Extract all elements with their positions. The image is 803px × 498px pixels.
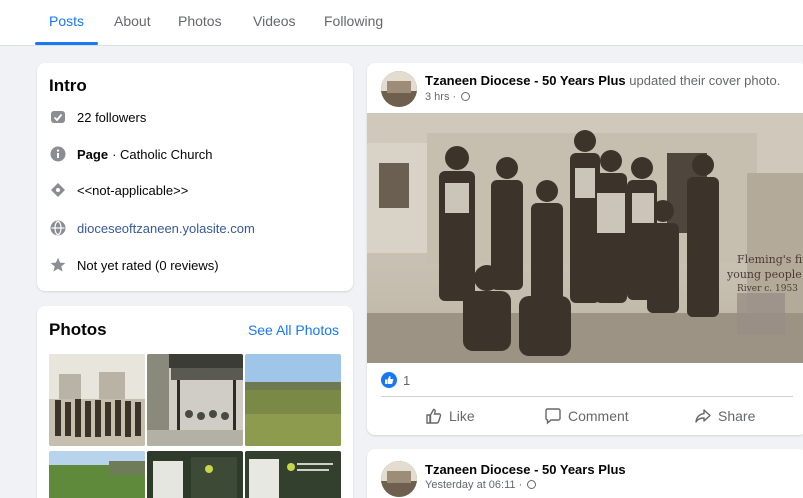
page-avatar[interactable] xyxy=(381,71,417,107)
share-icon xyxy=(695,409,711,423)
page-avatar[interactable] xyxy=(381,461,417,497)
not-applicable-text: <<not-applicable>> xyxy=(77,182,189,198)
photo-thumbnail[interactable] xyxy=(49,451,145,498)
not-applicable-row: <<not-applicable>> xyxy=(49,180,188,200)
tab-following[interactable]: Following xyxy=(324,13,383,29)
photos-title: Photos xyxy=(49,320,107,339)
comment-button[interactable]: Comment xyxy=(544,407,629,425)
active-tab-indicator xyxy=(35,42,98,45)
followers-row: 22 followers xyxy=(49,107,146,127)
intro-card: Intro 22 followers Page · Catholic Churc… xyxy=(37,63,353,291)
tag-icon xyxy=(49,181,67,199)
page-category: · Catholic Church xyxy=(112,146,213,162)
post-card-2: Tzaneen Diocese - 50 Years Plus Yesterda… xyxy=(367,449,803,498)
cover-caption-3: River c. 1953 xyxy=(737,284,798,294)
reaction-count: 1 xyxy=(403,372,411,388)
see-all-photos-link[interactable]: See All Photos xyxy=(248,322,339,338)
tab-videos[interactable]: Videos xyxy=(253,13,296,29)
post-timestamp[interactable]: 3 hrs · xyxy=(425,91,471,103)
cover-photo[interactable]: Fleming's first young people River c. 19… xyxy=(367,113,803,363)
globe-icon xyxy=(49,219,67,237)
share-label: Share xyxy=(718,408,756,424)
followers-icon xyxy=(49,108,67,126)
website-link[interactable]: dioceseoftzaneen.yolasite.com xyxy=(77,221,255,236)
photo-thumbnail[interactable] xyxy=(147,451,243,498)
post-card: Tzaneen Diocese - 50 Years Plus updated … xyxy=(367,63,803,435)
like-button[interactable]: Like xyxy=(425,407,475,425)
like-label: Like xyxy=(449,408,475,424)
star-icon xyxy=(49,256,67,274)
public-globe-icon xyxy=(527,480,537,489)
page-label: Page xyxy=(77,146,109,162)
comment-label: Comment xyxy=(568,408,629,424)
thumbs-up-icon xyxy=(426,408,442,424)
post-divider xyxy=(381,396,793,397)
post-action-text: updated their cover photo. xyxy=(625,73,781,88)
reaction-summary[interactable]: 1 xyxy=(381,372,410,388)
photo-thumbnail[interactable] xyxy=(49,354,145,446)
post-timestamp[interactable]: Yesterday at 06:11 · xyxy=(425,479,537,491)
rating-row: Not yet rated (0 reviews) xyxy=(49,255,219,275)
page-category-row: Page · Catholic Church xyxy=(49,144,213,164)
info-icon xyxy=(49,145,67,163)
intro-title: Intro xyxy=(49,76,87,95)
post-author[interactable]: Tzaneen Diocese - 50 Years Plus xyxy=(425,462,626,477)
tab-photos[interactable]: Photos xyxy=(178,13,222,29)
tab-posts[interactable]: Posts xyxy=(49,13,84,29)
website-row: dioceseoftzaneen.yolasite.com xyxy=(49,218,255,238)
rating-text: Not yet rated (0 reviews) xyxy=(77,257,219,273)
cover-caption-1: Fleming's first xyxy=(737,253,803,266)
tab-about[interactable]: About xyxy=(114,13,151,29)
photo-thumbnail[interactable] xyxy=(245,354,341,446)
like-reaction-icon xyxy=(381,372,397,388)
cover-caption-2: young people xyxy=(726,268,802,281)
photo-thumbnail[interactable] xyxy=(147,354,243,446)
photos-card: Photos See All Photos xyxy=(37,306,353,498)
post-author[interactable]: Tzaneen Diocese - 50 Years Plus updated … xyxy=(425,73,780,88)
page-tabs: Posts About Photos Videos Following xyxy=(0,0,803,46)
followers-count: 22 followers xyxy=(77,109,147,125)
photo-thumbnail[interactable] xyxy=(245,451,341,498)
comment-icon xyxy=(545,408,561,425)
public-globe-icon xyxy=(461,92,471,101)
share-button[interactable]: Share xyxy=(694,407,755,425)
